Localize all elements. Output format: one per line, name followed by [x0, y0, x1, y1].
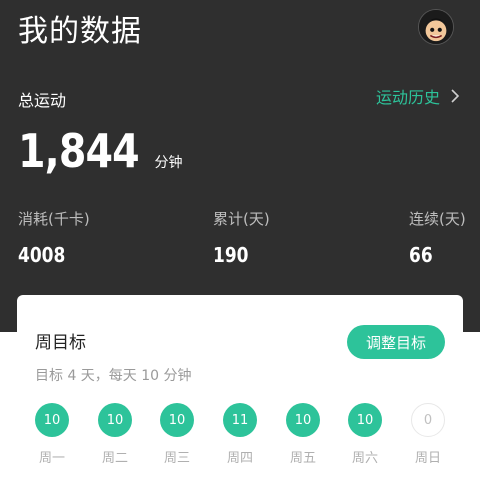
stat-streak-days-label: 连续(天)	[409, 210, 466, 228]
page-title: 我的数据	[18, 14, 142, 49]
day-item-sat[interactable]: 10 周六	[345, 403, 385, 466]
stat-total-days-value: 190	[213, 243, 249, 267]
avatar-icon	[419, 10, 453, 44]
day-item-thu[interactable]: 11 周四	[220, 403, 260, 466]
day-label: 周四	[226, 451, 253, 466]
day-label: 周二	[101, 451, 128, 466]
day-item-mon[interactable]: 10 周一	[32, 403, 72, 466]
weekly-goal-title: 周目标	[35, 333, 86, 353]
day-label: 周五	[289, 451, 316, 466]
day-minutes-badge: 0	[411, 403, 445, 437]
day-label: 周日	[414, 451, 441, 466]
day-item-wed[interactable]: 10 周三	[157, 403, 197, 466]
weekly-days-row: 10 周一 10 周二 10 周三 11 周四 10 周五 10 周六 0 周日	[17, 403, 463, 473]
day-label: 周六	[351, 451, 378, 466]
day-minutes-badge: 10	[98, 403, 132, 437]
adjust-goal-button[interactable]: 调整目标	[347, 325, 445, 359]
weekly-goal-subtitle: 目标 4 天，每天 10 分钟	[35, 368, 192, 384]
day-item-sun[interactable]: 0 周日	[408, 403, 448, 466]
total-value-row: 1,844 分钟	[18, 124, 183, 178]
day-item-tue[interactable]: 10 周二	[95, 403, 135, 466]
total-minutes-value: 1,844	[18, 124, 140, 178]
stat-calories-value: 4008	[18, 243, 66, 267]
stat-streak-days: 连续(天) 66	[409, 208, 466, 267]
stat-calories: 消耗(千卡) 4008	[18, 208, 90, 267]
day-minutes-badge: 11	[223, 403, 257, 437]
day-minutes-badge: 10	[160, 403, 194, 437]
stat-calories-label: 消耗(千卡)	[18, 210, 90, 228]
exercise-history-label: 运动历史	[375, 88, 440, 107]
stat-total-days: 累计(天) 190	[213, 208, 270, 267]
total-exercise-label: 总运动	[18, 91, 67, 110]
avatar[interactable]	[418, 9, 454, 45]
stat-streak-days-value: 66	[409, 243, 433, 267]
day-minutes-badge: 10	[35, 403, 69, 437]
day-item-fri[interactable]: 10 周五	[283, 403, 323, 466]
day-label: 周一	[38, 451, 65, 466]
weekly-goal-card: 周目标 调整目标 目标 4 天，每天 10 分钟 10 周一 10 周二 10 …	[17, 295, 463, 480]
day-minutes-badge: 10	[348, 403, 382, 437]
total-minutes-unit: 分钟	[154, 155, 183, 171]
day-minutes-badge: 10	[286, 403, 320, 437]
exercise-history-link[interactable]: 运动历史	[376, 84, 464, 108]
chevron-right-icon	[451, 89, 460, 103]
day-label: 周三	[163, 451, 190, 466]
stat-total-days-label: 累计(天)	[213, 210, 270, 228]
